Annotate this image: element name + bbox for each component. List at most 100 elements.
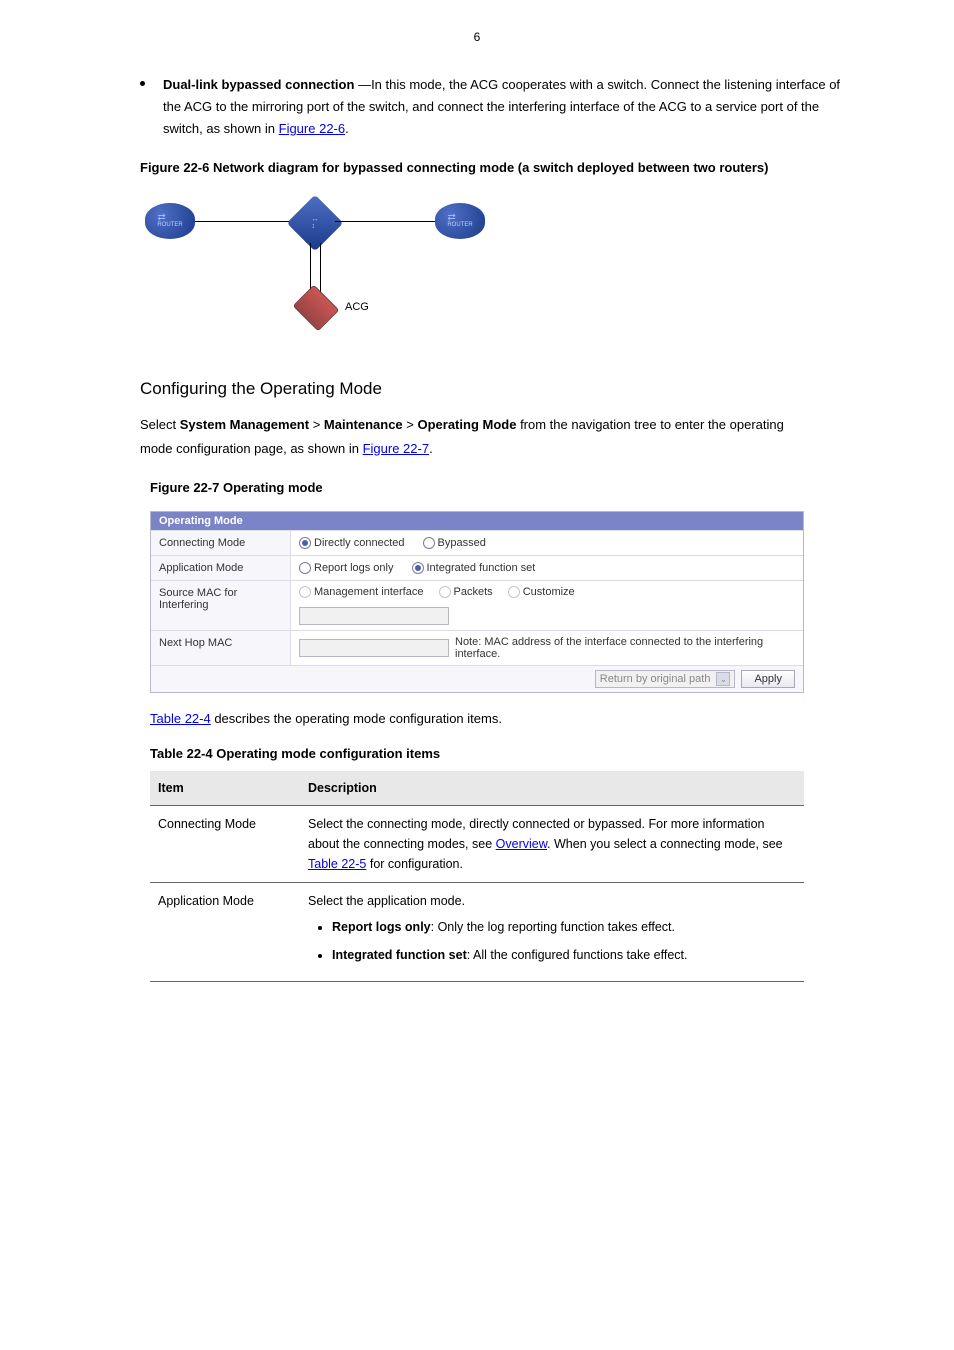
section-heading: Configuring the Operating Mode [140,379,894,399]
intro-lead: Dual-link bypassed connection [163,77,354,92]
overview-link[interactable]: Overview [496,837,547,851]
bullet-dot-icon [140,81,145,86]
cell-description: Select the application mode. Report logs… [300,883,804,982]
radio-management-interface[interactable]: Management interface [299,586,423,598]
radio-dot-icon [439,586,451,598]
col-description: Description [300,771,804,806]
cell-item: Connecting Mode [150,806,300,883]
value-application-mode: Report logs only Integrated function set [291,556,803,580]
router-right-icon: ⇄ROUTER [435,203,485,239]
label-connecting-mode: Connecting Mode [151,531,291,555]
switch-icon: ↔↕ [287,195,344,252]
config-items-table: Item Description Connecting Mode Select … [150,771,804,982]
figure-22-7-caption: Figure 22-7 Operating mode [150,480,894,495]
operating-mode-panel: Operating Mode Connecting Mode Directly … [150,511,804,693]
row-application-mode: Application Mode Report logs only Integr… [151,555,803,580]
next-hop-mac-input[interactable] [299,639,449,657]
desc-text: Select the application mode. [308,894,465,908]
intro-tail: . [345,121,349,136]
label-source-mac: Source MAC for Interfering [151,581,291,630]
table-intro-rest: describes the operating mode configurati… [211,711,502,726]
radio-label: Packets [454,586,493,598]
table-22-4-link[interactable]: Table 22-4 [150,711,211,726]
table-22-5-link[interactable]: Table 22-5 [308,857,366,871]
fig-22-7-link[interactable]: Figure 22-7 [363,441,429,456]
figure-22-6-diagram: ⇄ROUTER ↔↕ ⇄ROUTER ACG [140,185,540,355]
label-application-mode: Application Mode [151,556,291,580]
radio-label: Report logs only [314,562,394,574]
return-path-dropdown[interactable]: Return by original path ⌄ [595,670,736,688]
page-number: 6 [60,30,894,44]
intro-bullet: Dual-link bypassed connection —In this m… [140,74,854,140]
nav-maintenance: Maintenance [324,417,403,432]
desc-bullets: Report logs only: Only the log reporting… [308,917,796,965]
bullet-lead: Report logs only [332,920,431,934]
radio-label: Bypassed [438,537,486,549]
figure-22-6-caption: Figure 22-6 Network diagram for bypassed… [140,160,894,175]
radio-label: Management interface [314,586,423,598]
list-item: Report logs only: Only the log reporting… [332,917,796,937]
link-line [320,243,321,293]
cfg-m1: > [309,417,324,432]
desc-text: . When you select a connecting mode, see [547,837,783,851]
table-intro: Table 22-4 describes the operating mode … [150,707,814,730]
radio-dot-icon [299,586,311,598]
radio-dot-icon [299,537,311,549]
router-right-label: ⇄ROUTER [447,214,472,228]
row-connecting-mode: Connecting Mode Directly connected Bypas… [151,530,803,555]
link-line [335,221,435,222]
dropdown-value: Return by original path [600,673,711,685]
fig-22-6-link[interactable]: Figure 22-6 [279,121,345,136]
cell-description: Select the connecting mode, directly con… [300,806,804,883]
radio-label: Integrated function set [427,562,536,574]
radio-customize[interactable]: Customize [508,586,575,598]
cell-item: Application Mode [150,883,300,982]
bullet-lead: Integrated function set [332,948,467,962]
chevron-down-icon: ⌄ [716,672,730,686]
table-row: Connecting Mode Select the connecting mo… [150,806,804,883]
radio-dot-icon [299,562,311,574]
link-line [195,221,295,222]
value-next-hop-mac: Note: MAC address of the interface conne… [291,631,803,665]
table-row: Application Mode Select the application … [150,883,804,982]
radio-label: Customize [523,586,575,598]
source-mac-input[interactable] [299,607,449,625]
label-next-hop-mac: Next Hop MAC [151,631,291,665]
radio-packets[interactable]: Packets [439,586,493,598]
radio-dot-icon [412,562,424,574]
list-item: Integrated function set: All the configu… [332,945,796,965]
next-hop-note: Note: MAC address of the interface conne… [455,636,795,660]
apply-button[interactable]: Apply [741,670,795,688]
desc-text: for configuration. [366,857,463,871]
value-connecting-mode: Directly connected Bypassed [291,531,803,555]
acg-icon [293,285,340,332]
row-source-mac: Source MAC for Interfering Management in… [151,580,803,630]
radio-label: Directly connected [314,537,405,549]
router-left-label: ⇄ROUTER [157,214,182,228]
router-left-icon: ⇄ROUTER [145,203,195,239]
radio-dot-icon [423,537,435,549]
switch-label: ↔↕ [295,203,335,243]
col-item: Item [150,771,300,806]
panel-footer: Return by original path ⌄ Apply [151,665,803,692]
cfg-pre: Select [140,417,180,432]
value-source-mac: Management interface Packets Customize [291,581,803,630]
radio-report-logs-only[interactable]: Report logs only [299,562,394,574]
config-intro: Select System Management > Maintenance >… [140,413,814,460]
radio-dot-icon [508,586,520,598]
intro-bullet-text: Dual-link bypassed connection —In this m… [163,74,854,140]
bullet-rest: : All the configured functions take effe… [467,948,688,962]
radio-directly-connected[interactable]: Directly connected [299,537,405,549]
row-next-hop-mac: Next Hop MAC Note: MAC address of the in… [151,630,803,665]
intro-bullet-block: Dual-link bypassed connection —In this m… [140,74,854,140]
bullet-rest: : Only the log reporting function takes … [431,920,675,934]
radio-bypassed[interactable]: Bypassed [423,537,486,549]
panel-title: Operating Mode [151,512,803,530]
table-22-4-caption: Table 22-4 Operating mode configuration … [150,746,894,761]
nav-system-management: System Management [180,417,309,432]
nav-operating-mode: Operating Mode [417,417,516,432]
cfg-m2: > [403,417,418,432]
radio-integrated-function-set[interactable]: Integrated function set [412,562,536,574]
acg-label: ACG [345,301,369,313]
cfg-tail: . [429,441,433,456]
